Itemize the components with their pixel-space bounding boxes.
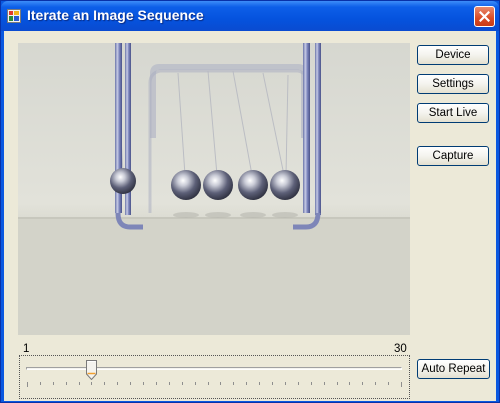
slider-tick (272, 382, 273, 385)
close-button[interactable] (474, 6, 495, 27)
slider-tick (156, 382, 157, 385)
slider-tick (79, 382, 80, 385)
slider-tick (66, 382, 67, 385)
slider-tick (337, 382, 338, 385)
slider-tick (311, 382, 312, 385)
slider-tick (117, 382, 118, 385)
slider-tick (388, 382, 389, 385)
close-icon (479, 11, 490, 22)
slider-tick (349, 382, 350, 385)
start-live-button[interactable]: Start Live (417, 103, 489, 123)
slider-min-label: 1 (23, 343, 30, 355)
slider-max-label: 30 (394, 343, 407, 355)
slider-tick (182, 382, 183, 385)
slider-tick (104, 382, 105, 385)
slider-tick (195, 382, 196, 385)
slider-tick (246, 382, 247, 385)
slider-thumb[interactable] (86, 360, 97, 380)
video-display (18, 43, 410, 335)
slider-tick (298, 382, 299, 385)
frame-slider[interactable] (19, 355, 410, 399)
slider-tick (208, 382, 209, 385)
application-icon (7, 9, 21, 23)
slider-tick (375, 382, 376, 385)
slider-tick (91, 382, 92, 385)
slider-tick (259, 382, 260, 385)
slider-tick (40, 382, 41, 385)
camera-frame-image (18, 43, 410, 335)
slider-tick (285, 382, 286, 385)
slider-tick (169, 382, 170, 385)
window-title: Iterate an Image Sequence (27, 7, 204, 23)
slider-tick (401, 382, 402, 387)
capture-button[interactable]: Capture (417, 146, 489, 166)
client-area: Device Settings Start Live Capture Auto … (4, 31, 496, 401)
slider-tick (220, 382, 221, 385)
slider-tick (53, 382, 54, 385)
slider-tick (233, 382, 234, 385)
slider-ticks (20, 382, 409, 388)
slider-tick (143, 382, 144, 385)
slider-track[interactable] (26, 367, 402, 370)
application-window: Iterate an Image Sequence Device Setting… (0, 0, 500, 403)
slider-tick (27, 382, 28, 387)
device-button[interactable]: Device (417, 45, 489, 65)
slider-tick (362, 382, 363, 385)
slider-tick (324, 382, 325, 385)
title-bar[interactable]: Iterate an Image Sequence (1, 1, 499, 31)
settings-button[interactable]: Settings (417, 74, 489, 94)
slider-tick (130, 382, 131, 385)
auto-repeat-button[interactable]: Auto Repeat (417, 359, 490, 379)
